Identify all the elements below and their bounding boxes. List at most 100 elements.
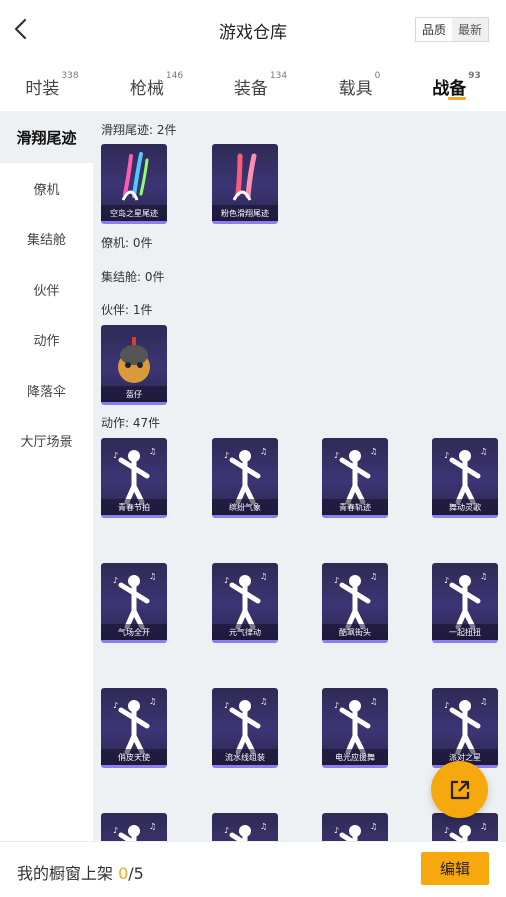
showcase-current: 0 bbox=[118, 864, 129, 883]
svg-text:♫: ♫ bbox=[260, 822, 267, 831]
item-card-emote[interactable]: ♪ ♫ bbox=[101, 813, 167, 841]
svg-text:♫: ♫ bbox=[260, 447, 267, 456]
svg-text:♫: ♫ bbox=[370, 697, 377, 706]
tab-equipment[interactable]: 装备 134 bbox=[209, 60, 312, 110]
item-name: 电光应援舞 bbox=[322, 749, 388, 765]
item-card-emote[interactable]: ♪ ♫ 元气律动 bbox=[212, 563, 278, 643]
tab-count: 134 bbox=[269, 71, 288, 81]
item-name: 酷飒街头 bbox=[322, 624, 388, 640]
item-card-emote[interactable]: ♪ ♫ 缤纷气象 bbox=[212, 438, 278, 518]
svg-text:♪: ♪ bbox=[224, 451, 229, 460]
item-card-glide-trail[interactable]: 空岛之星尾迹 bbox=[101, 144, 167, 224]
svg-text:♫: ♫ bbox=[149, 572, 156, 581]
item-card-emote[interactable]: ♪ ♫ 电光应援舞 bbox=[322, 688, 388, 768]
item-name: 空岛之星尾迹 bbox=[101, 205, 167, 221]
svg-text:♫: ♫ bbox=[370, 572, 377, 581]
sidebar-item-pod[interactable]: 集结舱 bbox=[0, 214, 93, 265]
item-card-emote[interactable]: ♪ ♫ 青春轨迹 bbox=[322, 438, 388, 518]
svg-text:♪: ♪ bbox=[224, 701, 229, 710]
svg-text:♪: ♪ bbox=[334, 576, 339, 585]
sidebar-item-wingman[interactable]: 僚机 bbox=[0, 163, 93, 214]
sidebar: 滑翔尾迹 僚机 集结舱 伙伴 动作 降落伞 大厅场景 bbox=[0, 111, 93, 841]
item-name: 舞动灵歌 bbox=[432, 499, 498, 515]
item-card-emote[interactable]: ♪ ♫ 青春节拍 bbox=[101, 438, 167, 518]
svg-text:♪: ♪ bbox=[444, 576, 449, 585]
svg-text:♪: ♪ bbox=[334, 451, 339, 460]
edit-button[interactable]: 编辑 bbox=[421, 852, 489, 885]
tab-fashion[interactable]: 时装 338 bbox=[0, 60, 104, 110]
item-card-emote[interactable]: ♪ ♫ 气场全开 bbox=[101, 563, 167, 643]
dancer-icon: ♪ ♫ bbox=[113, 822, 156, 841]
item-card-glide-trail[interactable]: 粉色滑翔尾迹 bbox=[212, 144, 278, 224]
item-card-emote[interactable]: ♪ ♫ 流水线组装 bbox=[212, 688, 278, 768]
svg-text:♫: ♫ bbox=[260, 572, 267, 581]
section-header-pod: 集结舱: 0件 bbox=[101, 270, 165, 284]
dancer-icon: ♪ ♫ bbox=[224, 822, 267, 841]
svg-text:♫: ♫ bbox=[480, 822, 487, 831]
tab-combat-supplies[interactable]: 战备 93 bbox=[407, 60, 506, 110]
tab-vehicles[interactable]: 载具 0 bbox=[312, 60, 407, 110]
showcase-count: 我的橱窗上架 0/5 bbox=[17, 860, 144, 884]
section-header-glide: 滑翔尾迹: 2件 bbox=[101, 123, 177, 137]
tab-label: 装备 bbox=[233, 79, 268, 99]
share-button[interactable] bbox=[431, 761, 488, 818]
sort-quality-button[interactable]: 品质 bbox=[416, 18, 452, 41]
category-tabs: 时装 338 枪械 146 装备 134 载具 0 战备 93 bbox=[0, 60, 506, 110]
item-card-emote[interactable]: ♪ ♫ bbox=[322, 813, 388, 841]
sort-latest-button[interactable]: 最新 bbox=[452, 18, 488, 41]
item-name: 粉色滑翔尾迹 bbox=[212, 205, 278, 221]
svg-text:♫: ♫ bbox=[149, 447, 156, 456]
tab-label: 载具 bbox=[338, 79, 373, 99]
showcase-total: /5 bbox=[128, 864, 144, 883]
item-card-emote[interactable]: ♪ ♫ 舞动灵歌 bbox=[432, 438, 498, 518]
item-name: 青春轨迹 bbox=[322, 499, 388, 515]
sidebar-item-parachute[interactable]: 降落伞 bbox=[0, 365, 93, 416]
dancer-icon: ♪ ♫ bbox=[334, 822, 377, 841]
svg-text:♫: ♫ bbox=[260, 697, 267, 706]
section-header-emote: 动作: 47件 bbox=[101, 416, 161, 430]
item-card-partner[interactable]: 盔仔 bbox=[101, 325, 167, 405]
tab-label: 枪械 bbox=[129, 79, 164, 99]
tab-label: 时装 bbox=[25, 79, 60, 99]
showcase-label: 我的橱窗上架 bbox=[17, 864, 119, 883]
svg-text:♫: ♫ bbox=[480, 697, 487, 706]
item-name: 青春节拍 bbox=[101, 499, 167, 515]
svg-text:♪: ♪ bbox=[113, 451, 118, 460]
sidebar-item-partner[interactable]: 伙伴 bbox=[0, 264, 93, 315]
tab-count: 93 bbox=[468, 71, 481, 81]
sidebar-item-lobby-scene[interactable]: 大厅场景 bbox=[0, 416, 93, 467]
tab-weapons[interactable]: 枪械 146 bbox=[104, 60, 209, 110]
item-name: 流水线组装 bbox=[212, 749, 278, 765]
item-name: 俏皮天使 bbox=[101, 749, 167, 765]
svg-text:♪: ♪ bbox=[334, 701, 339, 710]
tab-label: 战备 bbox=[432, 79, 467, 99]
section-header-wingman: 僚机: 0件 bbox=[101, 236, 153, 250]
svg-text:♪: ♪ bbox=[224, 826, 229, 835]
item-card-emote[interactable]: ♪ ♫ 派对之星 bbox=[432, 688, 498, 768]
svg-text:♪: ♪ bbox=[224, 576, 229, 585]
item-name: 一起扭扭 bbox=[432, 624, 498, 640]
svg-text:♫: ♫ bbox=[370, 822, 377, 831]
svg-text:♪: ♪ bbox=[334, 826, 339, 835]
svg-text:♫: ♫ bbox=[149, 697, 156, 706]
svg-text:♫: ♫ bbox=[480, 447, 487, 456]
item-card-emote[interactable]: ♪ ♫ 一起扭扭 bbox=[432, 563, 498, 643]
sort-toggle: 品质 最新 bbox=[415, 17, 489, 42]
svg-text:♫: ♫ bbox=[370, 447, 377, 456]
item-name: 元气律动 bbox=[212, 624, 278, 640]
svg-text:♪: ♪ bbox=[444, 701, 449, 710]
top-bar: 游戏仓库 品质 最新 bbox=[0, 0, 506, 60]
active-tab-indicator bbox=[447, 97, 466, 100]
item-card-emote[interactable]: ♪ ♫ bbox=[212, 813, 278, 841]
sidebar-item-glide-trail[interactable]: 滑翔尾迹 bbox=[0, 111, 93, 163]
item-card-emote[interactable]: ♪ ♫ 俏皮天使 bbox=[101, 688, 167, 768]
item-card-emote[interactable]: ♪ ♫ 酷飒街头 bbox=[322, 563, 388, 643]
item-name: 盔仔 bbox=[101, 386, 167, 402]
svg-text:♪: ♪ bbox=[444, 451, 449, 460]
item-grid: 滑翔尾迹: 2件 僚机: 0件 集结舱: 0件 伙伴: 1件 动作: 47件 空… bbox=[93, 111, 506, 841]
item-name: 缤纷气象 bbox=[212, 499, 278, 515]
item-name: 气场全开 bbox=[101, 624, 167, 640]
tab-count: 146 bbox=[165, 71, 184, 81]
svg-text:♪: ♪ bbox=[444, 826, 449, 835]
sidebar-item-emote[interactable]: 动作 bbox=[0, 315, 93, 366]
